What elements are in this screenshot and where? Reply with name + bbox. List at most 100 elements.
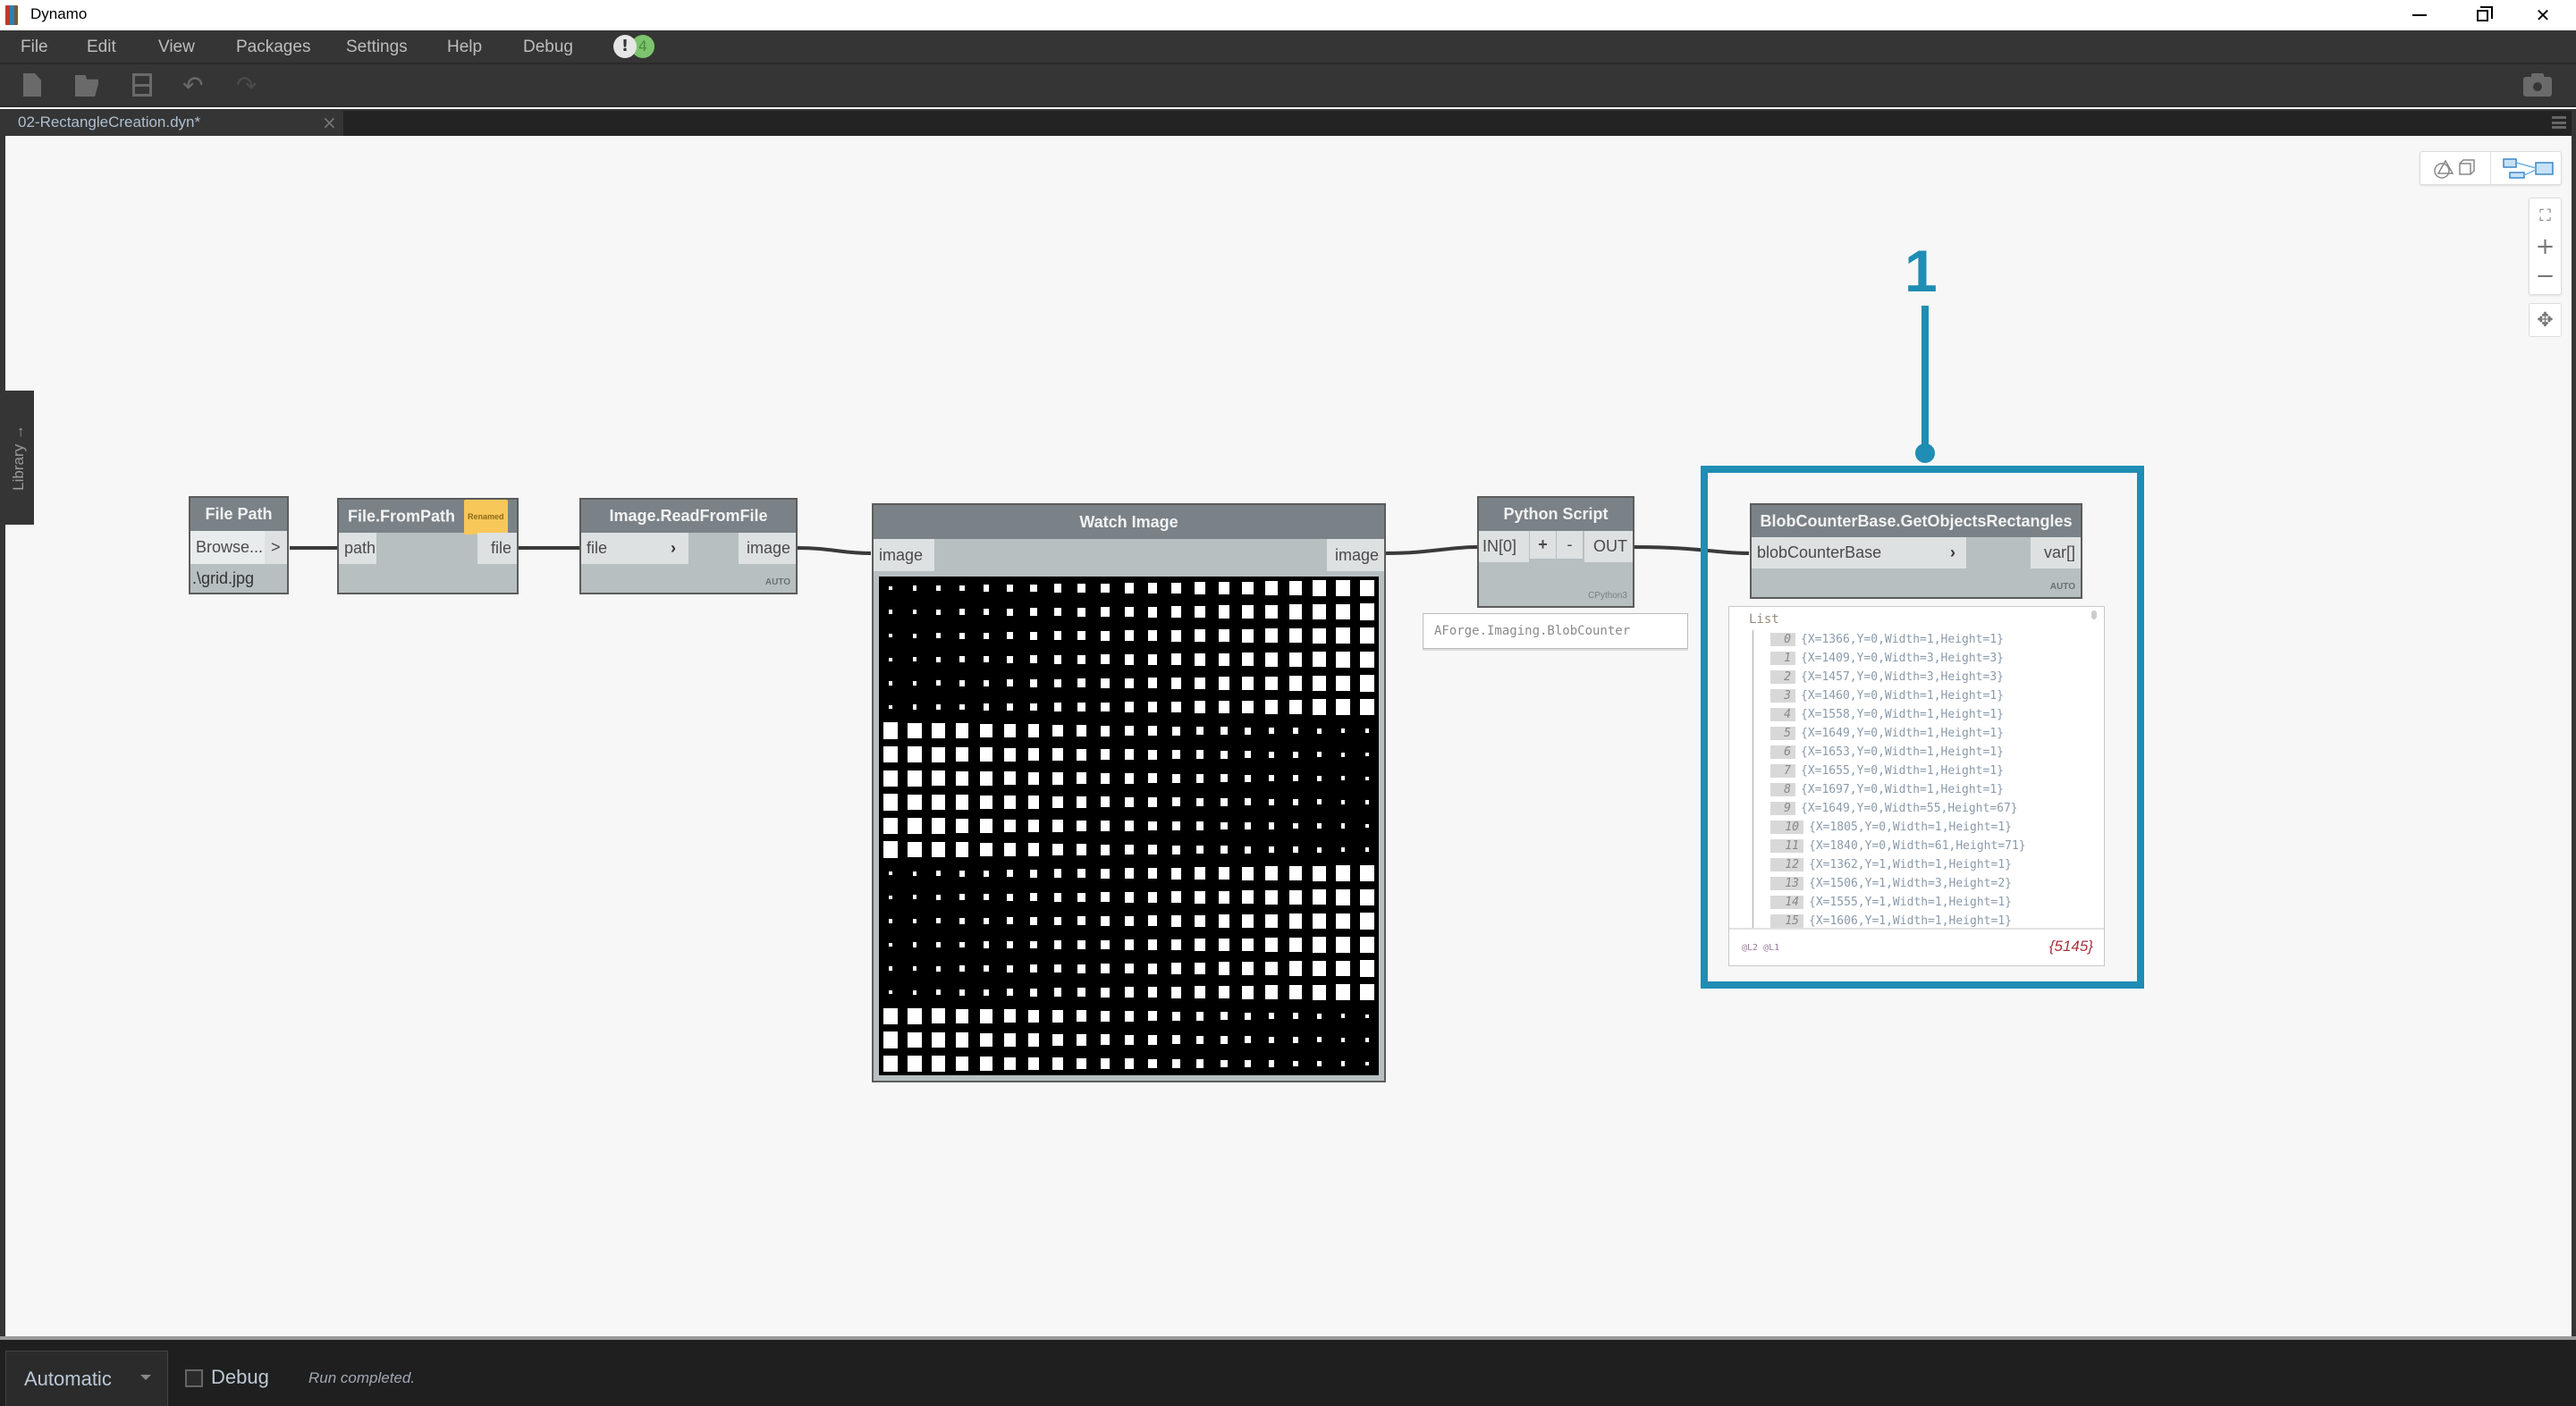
image-pixel-block [1218, 938, 1230, 952]
image-pixel-block [1124, 1058, 1134, 1069]
image-pixel-block [935, 965, 942, 972]
tab-workspace[interactable]: 02-RectangleCreation.dyn* × [5, 109, 343, 136]
zoom-out-button[interactable]: − [2530, 261, 2561, 291]
menu-packages[interactable]: Packages [236, 38, 310, 57]
output-port-image[interactable]: image [1327, 539, 1384, 571]
image-pixel-block [1124, 892, 1134, 903]
menu-settings[interactable]: Settings [346, 38, 408, 57]
image-pixel-block [1220, 846, 1228, 854]
image-pixel-block [912, 918, 917, 924]
image-pixel-block [1053, 940, 1061, 949]
image-pixel-block [1147, 915, 1158, 927]
new-file-button[interactable] [21, 73, 46, 98]
file-path-output-port[interactable]: > [265, 531, 287, 564]
image-pixel-block [1147, 701, 1158, 713]
input-port-file[interactable]: file › [581, 533, 688, 564]
image-pixel-block [1003, 724, 1016, 738]
image-pixel-block [1359, 579, 1374, 597]
zoom-fit-button[interactable]: ⛶ [2530, 200, 2561, 231]
image-pixel-block [1101, 987, 1110, 998]
camera-icon[interactable] [2523, 73, 2552, 97]
save-button[interactable] [131, 73, 156, 98]
remove-input-button[interactable]: - [1557, 531, 1583, 559]
pan-icon: ✥ [2537, 308, 2554, 332]
image-pixel-block [1027, 843, 1040, 856]
image-pixel-block [1124, 1011, 1134, 1022]
image-pixel-block [932, 842, 945, 858]
image-pixel-block [1172, 845, 1181, 855]
node-file-frompath[interactable]: File.FromPath Renamed path file [337, 498, 519, 594]
input-port-path[interactable]: path [339, 533, 376, 564]
image-pixel-block [1053, 869, 1061, 878]
image-pixel-block [912, 965, 917, 972]
restore-button[interactable] [2455, 0, 2509, 30]
warning-notification-icon[interactable]: ! [613, 35, 637, 58]
geometry-view-button[interactable] [2420, 152, 2491, 184]
menu-help[interactable]: Help [447, 38, 482, 57]
debug-checkbox-label[interactable]: Debug [211, 1366, 269, 1389]
image-pixel-block [1364, 776, 1369, 781]
output-port-image[interactable]: image [739, 533, 796, 564]
close-button[interactable]: ✕ [2516, 0, 2570, 30]
menu-debug[interactable]: Debug [523, 38, 573, 57]
image-pixel-block [1195, 939, 1206, 951]
image-pixel-block [1196, 1059, 1204, 1068]
image-pixel-block [1147, 606, 1158, 618]
menu-file[interactable]: File [21, 38, 48, 57]
image-pixel-block [1077, 869, 1085, 879]
debug-checkbox[interactable] [185, 1369, 203, 1387]
image-pixel-block [956, 723, 969, 738]
node-file-path[interactable]: File Path Browse... > .\grid.jpg [189, 496, 289, 594]
undo-button[interactable]: ↶ [182, 73, 207, 98]
library-toggle[interactable]: Library → [4, 391, 34, 525]
input-port-image[interactable]: image [874, 539, 934, 571]
browse-button[interactable]: Browse... [190, 531, 265, 564]
image-pixel-block [1220, 1059, 1228, 1068]
pan-button[interactable]: ✥ [2529, 303, 2562, 337]
image-pixel-block [1242, 652, 1254, 667]
image-pixel-block [1340, 1014, 1346, 1019]
image-pixel-block [1124, 654, 1134, 665]
output-port-file[interactable]: file [477, 533, 517, 564]
zoom-in-button[interactable]: + [2530, 232, 2561, 262]
node-image-readfromfile[interactable]: Image.ReadFromFile file › image AUTO [579, 498, 798, 594]
image-pixel-block [1100, 749, 1111, 761]
image-pixel-block [1076, 1033, 1086, 1046]
image-pixel-block [883, 794, 899, 811]
image-pixel-block [1288, 628, 1302, 644]
menu-edit[interactable]: Edit [87, 38, 116, 57]
image-pixel-block [1316, 1013, 1322, 1019]
menu-view[interactable]: View [158, 38, 195, 57]
node-watch-image[interactable]: Watch Image image image [872, 503, 1386, 1082]
image-pixel-block [908, 746, 922, 763]
image-pixel-block [1172, 1035, 1181, 1045]
minimize-button[interactable] [2393, 0, 2446, 30]
open-file-button[interactable] [73, 73, 98, 98]
image-pixel-block [908, 770, 922, 787]
hamburger-menu-icon[interactable] [2552, 116, 2566, 129]
node-python-script[interactable]: Python Script IN[0] + - OUT CPython3 [1477, 496, 1634, 608]
image-pixel-block [1124, 583, 1134, 594]
output-port-out[interactable]: OUT [1584, 531, 1633, 562]
graph-view-button[interactable] [2491, 152, 2562, 184]
run-mode-dropdown[interactable]: Automatic [5, 1351, 168, 1406]
redo-button[interactable]: ↷ [236, 73, 261, 98]
image-pixel-block [935, 633, 942, 639]
add-input-button[interactable]: + [1530, 531, 1556, 559]
image-pixel-block [1148, 1034, 1157, 1045]
image-pixel-block [889, 681, 893, 686]
input-port-in0[interactable]: IN[0] [1479, 531, 1529, 562]
image-pixel-block [1148, 1058, 1157, 1069]
image-pixel-block [1195, 653, 1206, 666]
image-pixel-block [1364, 1061, 1369, 1066]
image-pixel-block [889, 919, 893, 923]
image-pixel-block [889, 585, 893, 591]
image-pixel-block [1195, 605, 1206, 619]
image-pixel-block [1077, 702, 1085, 712]
open-file-icon [75, 75, 98, 97]
image-pixel-block [1242, 700, 1254, 714]
image-pixel-block [908, 841, 922, 858]
close-tab-icon[interactable]: × [322, 112, 337, 133]
image-pixel-block [979, 747, 992, 762]
image-pixel-block [932, 746, 945, 762]
